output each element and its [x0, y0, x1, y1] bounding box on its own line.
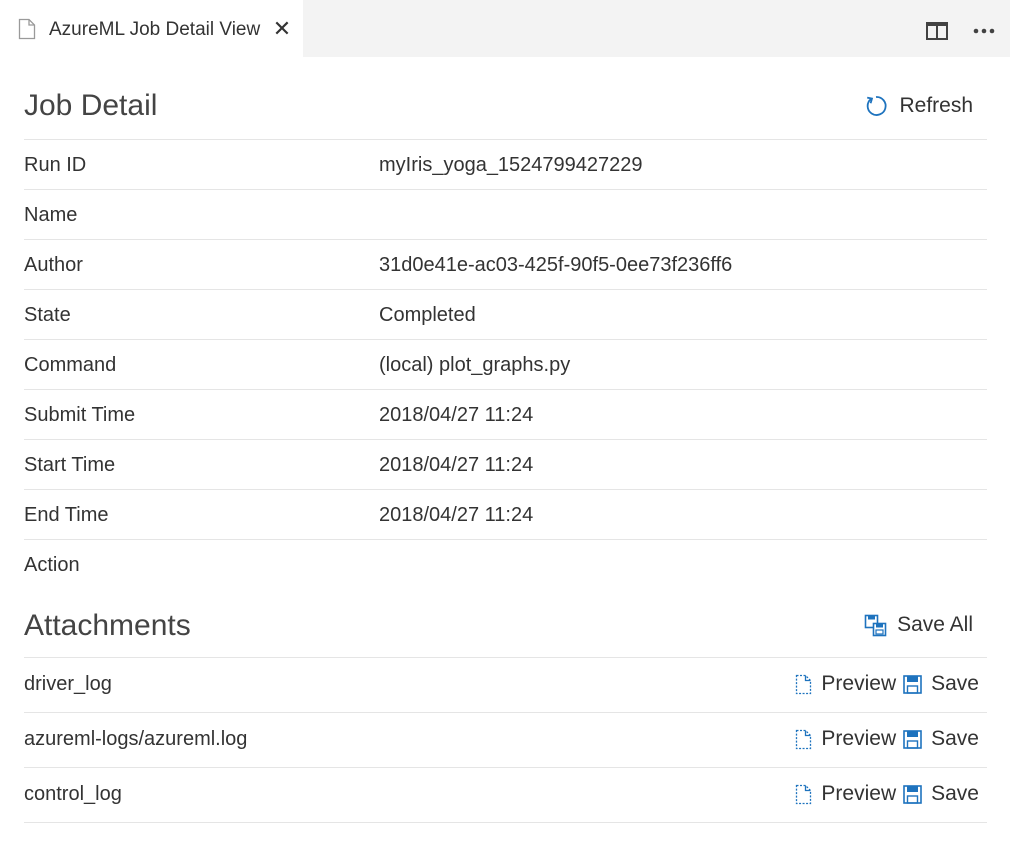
detail-row-run-id: Run ID myIris_yoga_1524799427229: [24, 140, 987, 190]
tab-azureml-job-detail[interactable]: AzureML Job Detail View ✕: [0, 0, 303, 57]
detail-label: State: [24, 304, 71, 326]
save-label: Save: [931, 727, 979, 750]
detail-row-command: Command (local) plot_graphs.py: [24, 340, 987, 390]
preview-file-icon: [796, 784, 812, 804]
detail-label: Action: [24, 554, 80, 576]
refresh-icon: [867, 96, 887, 116]
detail-label: Start Time: [24, 454, 116, 476]
save-all-button[interactable]: Save All: [864, 611, 973, 639]
job-detail-panel: Job Detail Refresh Run ID myIris_yoga_15…: [24, 57, 987, 823]
attachment-row: azureml-logs/azureml.log Preview Save: [24, 713, 987, 768]
detail-value: Completed: [379, 304, 476, 326]
detail-value: (local) plot_graphs.py: [379, 354, 571, 376]
save-button[interactable]: Save: [903, 782, 979, 806]
save-disk-icon: [903, 729, 922, 749]
detail-row-action: Action: [24, 540, 987, 589]
detail-row-start-time: Start Time 2018/04/27 11:24: [24, 440, 987, 490]
split-editor-icon[interactable]: [924, 18, 950, 44]
detail-value: 2018/04/27 11:24: [379, 454, 534, 476]
job-detail-header: Job Detail Refresh: [24, 57, 987, 140]
editor-tab-bar: AzureML Job Detail View ✕: [0, 0, 1010, 57]
save-disk-icon: [903, 674, 922, 694]
detail-value: 2018/04/27 11:24: [379, 404, 534, 426]
detail-label: End Time: [24, 504, 109, 526]
save-label: Save: [931, 672, 979, 695]
attachment-actions: Preview Save: [795, 727, 979, 751]
attachment-row: control_log Preview Save: [24, 768, 987, 823]
preview-button[interactable]: Preview: [795, 782, 896, 806]
attachment-name: azureml-logs/azureml.log: [24, 728, 248, 750]
preview-label: Preview: [821, 672, 897, 695]
detail-value: 31d0e41e-ac03-425f-90f5-0ee73f236ff6: [379, 254, 733, 276]
detail-row-end-time: End Time 2018/04/27 11:24: [24, 490, 987, 540]
detail-value: 2018/04/27 11:24: [379, 504, 534, 526]
preview-button[interactable]: Preview: [795, 727, 896, 751]
detail-row-submit-time: Submit Time 2018/04/27 11:24: [24, 390, 987, 440]
detail-label: Author: [24, 254, 83, 276]
attachment-name: driver_log: [24, 673, 112, 695]
refresh-button[interactable]: Refresh: [864, 91, 973, 121]
save-label: Save: [931, 782, 979, 805]
refresh-label: Refresh: [899, 94, 973, 117]
save-button[interactable]: Save: [903, 727, 979, 751]
close-icon[interactable]: ✕: [271, 17, 293, 41]
detail-label: Name: [24, 204, 78, 226]
detail-label: Run ID: [24, 154, 87, 176]
attachment-actions: Preview Save: [795, 672, 979, 696]
detail-label: Submit Time: [24, 404, 136, 426]
save-all-label: Save All: [897, 613, 973, 636]
preview-label: Preview: [821, 727, 897, 750]
detail-value: myIris_yoga_1524799427229: [379, 154, 643, 176]
save-disk-icon: [903, 784, 922, 804]
attachment-row: driver_log Preview Save: [24, 658, 987, 713]
job-detail-title: Job Detail: [24, 89, 158, 122]
file-icon: [18, 18, 36, 40]
preview-file-icon: [796, 674, 812, 694]
save-all-icon: [864, 614, 887, 636]
detail-row-author: Author 31d0e41e-ac03-425f-90f5-0ee73f236…: [24, 240, 987, 290]
preview-label: Preview: [821, 782, 897, 805]
preview-file-icon: [796, 729, 812, 749]
more-actions-icon[interactable]: [971, 18, 997, 44]
detail-row-state: State Completed: [24, 290, 987, 340]
attachment-actions: Preview Save: [795, 782, 979, 806]
detail-row-name: Name: [24, 190, 987, 240]
preview-button[interactable]: Preview: [795, 672, 896, 696]
attachments-title: Attachments: [24, 609, 191, 642]
save-button[interactable]: Save: [903, 672, 979, 696]
attachments-header: Attachments Save All: [24, 589, 987, 658]
attachment-name: control_log: [24, 783, 122, 805]
tab-title: AzureML Job Detail View: [49, 19, 261, 40]
detail-label: Command: [24, 354, 117, 376]
